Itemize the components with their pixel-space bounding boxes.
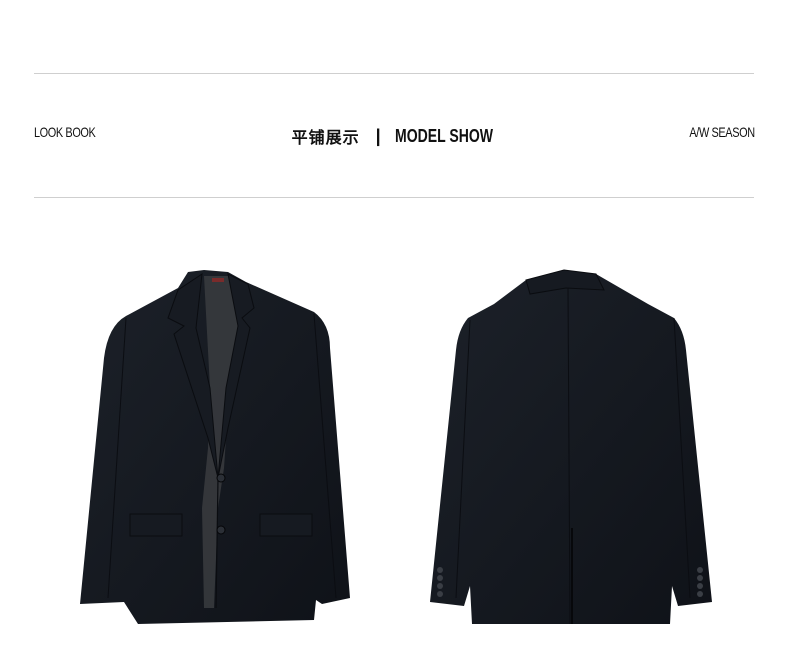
bottom-divider [34, 197, 754, 198]
section-title: 平铺展示 | MODEL SHOW [0, 124, 790, 148]
title-english: MODEL SHOW [394, 125, 493, 146]
blazer-front-image [80, 270, 350, 624]
season-label: A/W SEASON [689, 124, 756, 140]
top-divider [34, 73, 754, 74]
title-chinese: 平铺展示 [291, 128, 360, 147]
blazer-back-image [430, 269, 712, 625]
title-separator: | [375, 125, 381, 146]
